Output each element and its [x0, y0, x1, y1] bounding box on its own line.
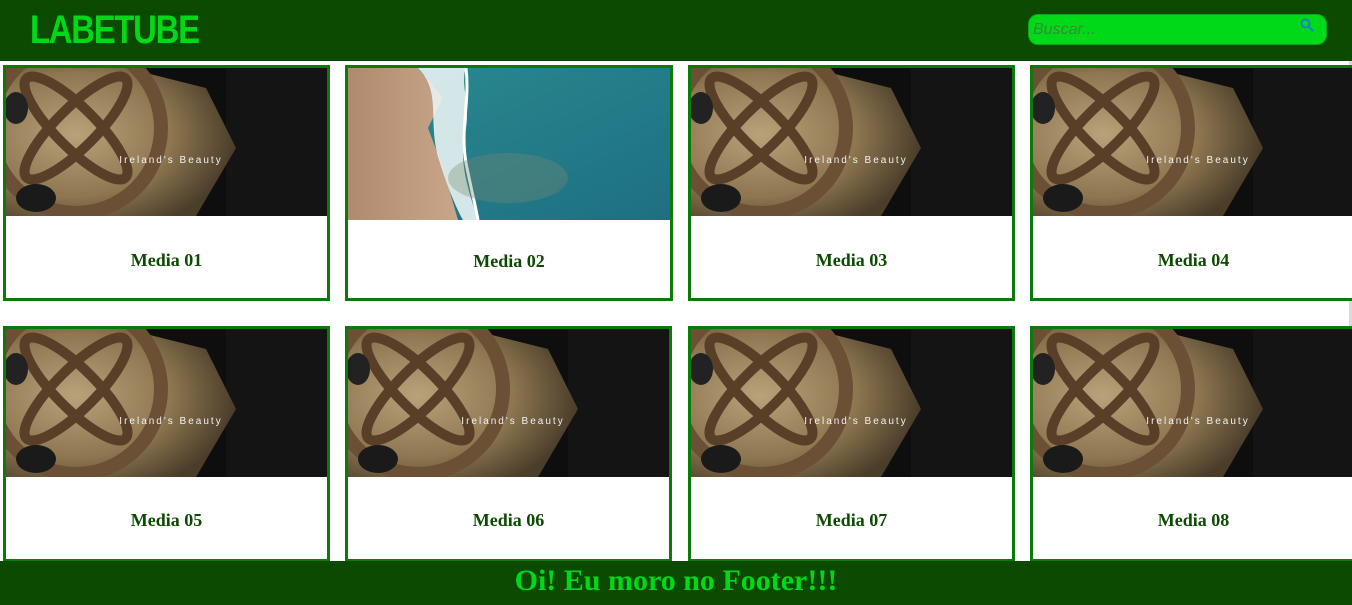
- video-title[interactable]: Media 02: [348, 251, 670, 272]
- footer-text: Oi! Eu moro no Footer!!!: [514, 564, 838, 597]
- video-card[interactable]: Ireland's Beauty Media 03: [688, 65, 1015, 301]
- video-card[interactable]: Ireland's Beauty Media 01: [3, 65, 330, 301]
- header: LABETUBE: [0, 0, 1352, 61]
- thumbnail-text: Ireland's Beauty: [804, 155, 907, 166]
- video-card[interactable]: Ireland's Beauty Media 04: [1030, 65, 1352, 301]
- search-input[interactable]: [1033, 19, 1293, 41]
- video-title[interactable]: Media 05: [6, 510, 327, 531]
- video-card[interactable]: Media 02: [345, 65, 673, 301]
- footer: Oi! Eu moro no Footer!!!: [0, 561, 1352, 605]
- video-title[interactable]: Media 08: [1033, 510, 1352, 531]
- video-title[interactable]: Media 07: [691, 510, 1012, 531]
- video-thumbnail[interactable]: Ireland's Beauty: [1033, 329, 1352, 477]
- video-thumbnail[interactable]: Ireland's Beauty: [6, 329, 327, 477]
- video-card[interactable]: Ireland's Beauty Media 07: [688, 326, 1015, 562]
- video-title[interactable]: Media 01: [6, 250, 327, 271]
- video-card[interactable]: Ireland's Beauty Media 08: [1030, 326, 1352, 562]
- search-box[interactable]: [1028, 14, 1327, 45]
- video-title[interactable]: Media 03: [691, 250, 1012, 271]
- video-thumbnail[interactable]: Ireland's Beauty: [1033, 68, 1352, 216]
- video-title[interactable]: Media 06: [348, 510, 669, 531]
- video-thumbnail[interactable]: [348, 68, 670, 220]
- video-title[interactable]: Media 04: [1033, 250, 1352, 271]
- thumbnail-text: Ireland's Beauty: [119, 155, 222, 166]
- video-thumbnail[interactable]: Ireland's Beauty: [348, 329, 669, 477]
- thumbnail-text: Ireland's Beauty: [804, 416, 907, 427]
- video-card[interactable]: Ireland's Beauty Media 06: [345, 326, 672, 562]
- thumbnail-text: Ireland's Beauty: [1146, 155, 1249, 166]
- video-thumbnail[interactable]: Ireland's Beauty: [691, 68, 1012, 216]
- thumbnail-text: Ireland's Beauty: [1146, 416, 1249, 427]
- video-card[interactable]: Ireland's Beauty Media 05: [3, 326, 330, 562]
- thumbnail-text: Ireland's Beauty: [461, 416, 564, 427]
- search-icon[interactable]: [1300, 18, 1314, 32]
- logo[interactable]: LABETUBE: [30, 8, 200, 52]
- video-thumbnail[interactable]: Ireland's Beauty: [691, 329, 1012, 477]
- video-thumbnail[interactable]: Ireland's Beauty: [6, 68, 327, 216]
- thumbnail-text: Ireland's Beauty: [119, 416, 222, 427]
